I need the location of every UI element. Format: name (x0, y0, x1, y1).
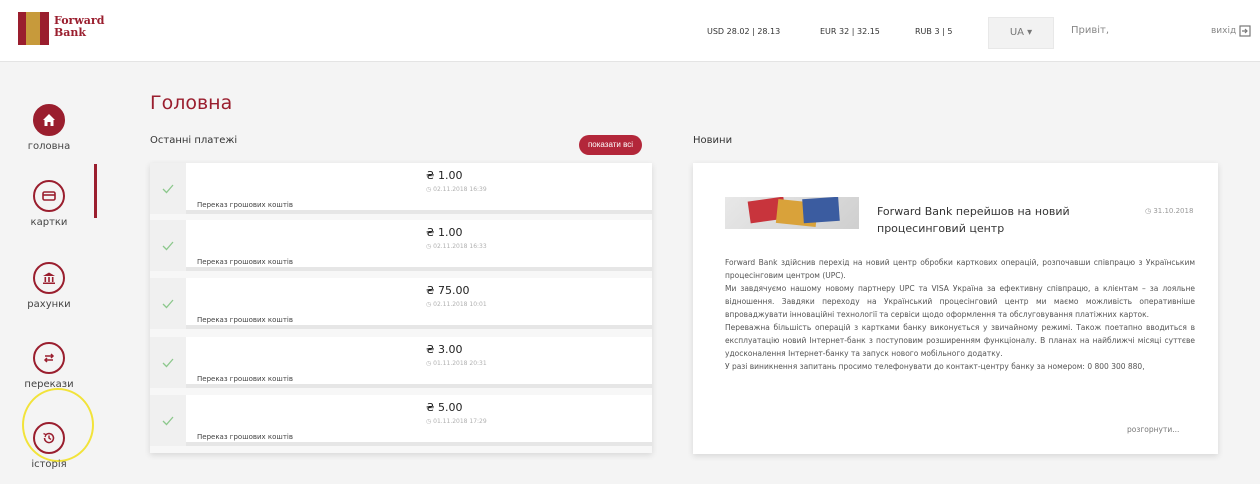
check-icon (150, 163, 186, 214)
news-body: Forward Bank здійснив перехід на новий ц… (725, 256, 1195, 373)
payment-amount: ₴ 1.00 (426, 226, 463, 239)
sidebar-item-label: головна (27, 141, 71, 152)
page-title: Головна (150, 92, 233, 114)
logout-icon (1239, 25, 1251, 37)
news-title[interactable]: Forward Bank перейшов на новий процесинг… (877, 203, 1147, 237)
payment-description: Переказ грошових коштів (197, 316, 293, 324)
sidebar-item-label: рахунки (27, 299, 71, 310)
rate-usd: USD 28.02 | 28.13 (707, 27, 781, 36)
bank-icon (33, 262, 65, 294)
payment-amount: ₴ 3.00 (426, 343, 463, 356)
payment-row[interactable]: Переказ грошових коштів ₴ 75.00 ◷ 02.11.… (150, 278, 652, 329)
card-graphic (802, 197, 840, 224)
payment-row[interactable]: Переказ грошових коштів ₴ 5.00 ◷ 01.11.2… (150, 395, 652, 446)
sidebar-item-label: історія (31, 459, 67, 470)
payment-amount: ₴ 75.00 (426, 284, 470, 297)
news-paragraph: Forward Bank здійснив перехід на новий ц… (725, 258, 1195, 280)
rate-eur: EUR 32 | 32.15 (820, 27, 880, 36)
logo-text: Forward Bank (54, 15, 104, 39)
payment-date: ◷ 02.11.2018 16:39 (426, 186, 487, 193)
show-all-button[interactable]: показати всі (579, 135, 642, 155)
history-icon (33, 422, 65, 454)
rate-rub: RUB 3 | 5 (915, 27, 953, 36)
payment-row[interactable]: Переказ грошових коштів ₴ 1.00 ◷ 02.11.2… (150, 163, 652, 214)
card-icon (33, 180, 65, 212)
transfer-arrows-icon (33, 342, 65, 374)
check-icon (150, 395, 186, 446)
payment-row[interactable]: Переказ грошових коштів ₴ 3.00 ◷ 01.11.2… (150, 337, 652, 388)
payment-amount: ₴ 5.00 (426, 401, 463, 414)
payment-amount: ₴ 1.00 (426, 169, 463, 182)
language-select[interactable]: UA ▾ (988, 17, 1054, 49)
check-icon (150, 220, 186, 271)
logo-mark-icon (18, 12, 49, 45)
payment-description: Переказ грошових коштів (197, 433, 293, 441)
recent-payments-label: Останні платежі (150, 135, 238, 146)
payment-date: ◷ 02.11.2018 16:33 (426, 243, 487, 250)
forward-bank-logo[interactable]: Forward Bank (18, 12, 118, 46)
sidebar-item-transfers[interactable]: перекази (0, 342, 98, 390)
sidebar-item-home[interactable]: головна (0, 104, 98, 152)
sidebar-item-label: перекази (24, 379, 74, 390)
news-label: Новини (693, 135, 733, 146)
payment-description: Переказ грошових коштів (197, 258, 293, 266)
check-icon (150, 278, 186, 329)
check-icon (150, 337, 186, 388)
payment-description: Переказ грошових коштів (197, 201, 293, 209)
news-paragraph: Переважна більшість операцій з картками … (725, 323, 1195, 358)
logo-text-line2: Bank (54, 26, 87, 39)
payment-date: ◷ 01.11.2018 20:31 (426, 360, 487, 367)
exit-label: вихід (1211, 26, 1237, 36)
news-paragraph: У разі виникнення запитань просимо телеф… (725, 362, 1145, 371)
top-header: Forward Bank USD 28.02 | 28.13 EUR 32 | … (0, 0, 1260, 62)
payment-description: Переказ грошових коштів (197, 375, 293, 383)
sidebar-item-label: картки (30, 217, 68, 228)
news-card: Forward Bank перейшов на новий процесинг… (693, 163, 1218, 454)
expand-link[interactable]: розгорнути... (1127, 425, 1179, 434)
news-image (725, 197, 859, 229)
news-date: ◷ 31.10.2018 (1145, 207, 1194, 215)
payment-date: ◷ 02.11.2018 10:01 (426, 301, 487, 308)
news-paragraph: Ми завдячуємо нашому новому партнеру UPC… (725, 284, 1195, 319)
sidebar-item-accounts[interactable]: рахунки (0, 262, 98, 310)
home-icon (33, 104, 65, 136)
greeting-text: Привіт, (1071, 25, 1110, 36)
sidebar: головна картки рахунки перекази історія (0, 62, 98, 484)
payment-date: ◷ 01.11.2018 17:29 (426, 418, 487, 425)
sidebar-item-cards[interactable]: картки (0, 180, 98, 228)
payment-row[interactable]: Переказ грошових коштів ₴ 1.00 ◷ 02.11.2… (150, 220, 652, 271)
payments-list: Переказ грошових коштів ₴ 1.00 ◷ 02.11.2… (150, 163, 652, 453)
sidebar-item-history[interactable]: історія (0, 422, 98, 470)
exit-button[interactable]: вихід (1211, 25, 1251, 37)
